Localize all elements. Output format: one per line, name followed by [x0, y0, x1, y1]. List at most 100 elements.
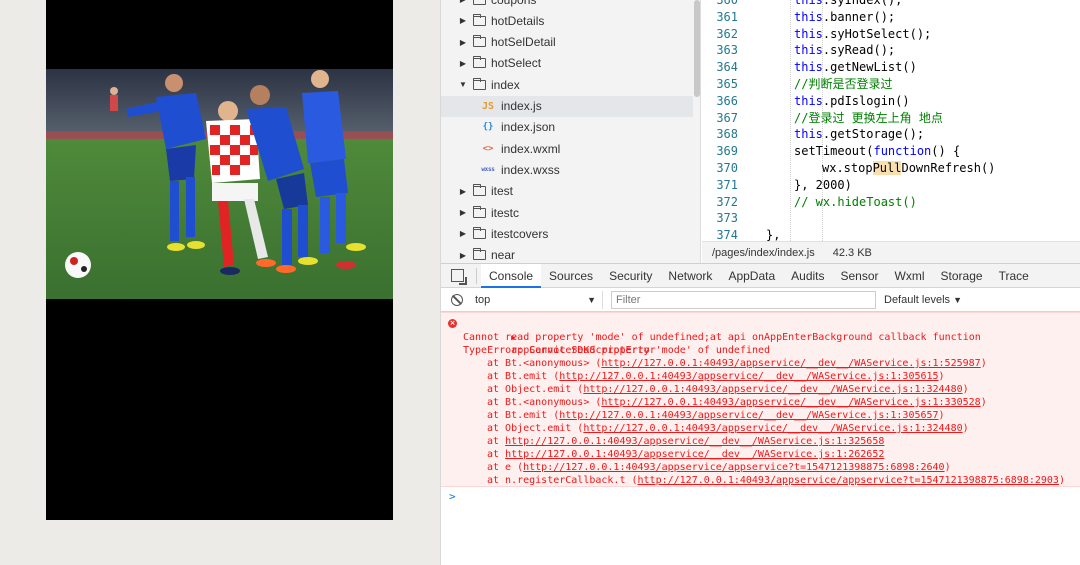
code-editor[interactable]: 360 this.syIndex(); 361 this.banner(); 362 th… [702, 0, 1080, 241]
tab-sensor[interactable]: Sensor [833, 264, 887, 288]
caret-right-icon[interactable]: ▶ [457, 187, 469, 196]
code-line[interactable]: 366 this.pdIslogin() [702, 93, 1080, 110]
code-line[interactable]: 374}, [702, 227, 1080, 241]
file-path: /pages/index/index.js [712, 246, 815, 259]
filter-input[interactable] [611, 290, 876, 309]
stack-frame-link[interactable]: http://127.0.0.1:40493/appservice/__dev_… [601, 397, 980, 408]
editor-status-bar: /pages/index/index.js 42.3 KB [702, 241, 1080, 263]
tree-folder-hotSelDetail[interactable]: ▶ hotSelDetail [441, 32, 693, 53]
wxml-file-icon: <> [482, 143, 494, 154]
tab-trace[interactable]: Trace [991, 264, 1037, 288]
tree-item-label: index.wxml [501, 141, 561, 156]
clear-console-icon[interactable] [451, 293, 463, 306]
line-number: 366 [716, 93, 738, 108]
code-line[interactable]: 362 this.syHotSelect(); [702, 26, 1080, 43]
phone-screen[interactable] [46, 0, 393, 520]
tab-security[interactable]: Security [601, 264, 660, 288]
stack-frame-link[interactable]: http://127.0.0.1:40493/appservice/__dev_… [559, 410, 938, 421]
tree-file-index.json[interactable]: {} index.json [441, 117, 693, 138]
caret-right-icon[interactable]: ▶ [457, 59, 469, 68]
code-line[interactable]: 370 wx.stopPullDownRefresh() [702, 160, 1080, 177]
tab-sources[interactable]: Sources [541, 264, 601, 288]
stack-frame-prefix: at [487, 436, 506, 447]
console-prompt[interactable]: > [449, 490, 456, 503]
stack-frame-link[interactable]: http://127.0.0.1:40493/appservice/appser… [523, 462, 944, 473]
stack-frame-suffix: ) [980, 358, 987, 369]
simulator-pane [0, 0, 440, 565]
tree-folder-itestcovers[interactable]: ▶ itestcovers [441, 223, 693, 244]
tree-folder-itestc[interactable]: ▶ itestc [441, 202, 693, 223]
stack-frame-link[interactable]: http://127.0.0.1:40493/appservice/__dev_… [559, 371, 938, 382]
devtools-tabs: Console Sources Security Network AppData Audi… [441, 263, 1080, 288]
stack-frame-suffix: ) [938, 371, 945, 382]
caret-right-icon[interactable]: ▶ [457, 0, 469, 4]
code-line[interactable]: 367 //登录过 更换左上角 地点 [702, 110, 1080, 127]
line-number: 369 [716, 144, 738, 159]
tree-item-label: index [491, 77, 520, 92]
tree-folder-near[interactable]: ▶ near [441, 245, 693, 263]
tree-folder-hotDetails[interactable]: ▶ hotDetails [441, 10, 693, 31]
stack-frame-link[interactable]: http://127.0.0.1:40493/appservice/__dev_… [583, 423, 962, 434]
code-line[interactable]: 360 this.syIndex(); [702, 0, 1080, 9]
tree-item-label: near [491, 248, 516, 263]
error-title-row[interactable]: ▶ appServiceSDKScriptError [463, 318, 656, 356]
code-line[interactable]: 361 this.banner(); [702, 9, 1080, 26]
tab-appdata[interactable]: AppData [720, 264, 783, 288]
tree-file-index.wxss[interactable]: wxss index.wxss [441, 159, 693, 180]
caret-right-icon[interactable]: ▶ [457, 16, 469, 25]
tab-audits[interactable]: Audits [783, 264, 832, 288]
caret-right-icon[interactable]: ▶ [457, 208, 469, 217]
code-text: //判断是否登录过 [794, 77, 893, 91]
log-levels-dropdown[interactable]: Default levels ▼ [884, 294, 962, 306]
error-icon: × [448, 319, 457, 328]
tree-file-index.js[interactable]: JS index.js [441, 95, 693, 117]
inspect-element-icon[interactable] [451, 269, 464, 282]
stack-frame-link[interactable]: http://127.0.0.1:40493/appservice/__dev_… [505, 449, 884, 460]
stack-frame-prefix: at Bt.emit ( [487, 410, 560, 421]
line-number: 363 [716, 43, 738, 58]
error-type-line: TypeError: Cannot read property 'mode' o… [463, 345, 771, 356]
line-number: 373 [716, 211, 738, 226]
context-selector[interactable]: top ▼ [473, 290, 603, 309]
stack-frame-suffix: ) [938, 410, 945, 421]
stack-frame-link[interactable]: http://127.0.0.1:40493/appservice/appser… [638, 475, 1059, 486]
code-line[interactable]: 372 // wx.hideToast() [702, 194, 1080, 211]
code-line[interactable]: 365 //判断是否登录过 [702, 76, 1080, 93]
tab-network[interactable]: Network [660, 264, 720, 288]
console-output[interactable]: × ▶ appServiceSDKScriptError Cannot read… [441, 312, 1080, 565]
code-text: this.pdIslogin() [794, 93, 910, 108]
stack-frame-prefix: at Bt.<anonymous> ( [487, 397, 602, 408]
stack-frame-prefix: at Bt.<anonymous> ( [487, 358, 602, 369]
caret-right-icon[interactable]: ▶ [457, 38, 469, 47]
tree-folder-hotSelect[interactable]: ▶ hotSelect [441, 53, 693, 74]
stack-frame-link[interactable]: http://127.0.0.1:40493/appservice/__dev_… [583, 384, 962, 395]
tab-console[interactable]: Console [481, 263, 542, 288]
code-line[interactable]: 364 this.getNewList() [702, 59, 1080, 76]
caret-right-icon[interactable]: ▶ [457, 251, 469, 260]
code-line[interactable]: 369 setTimeout(function() { [702, 143, 1080, 160]
tab-wxml[interactable]: Wxml [887, 264, 933, 288]
tree-scrollbar[interactable] [694, 0, 700, 97]
code-text: // wx.hideToast() [794, 194, 917, 209]
caret-right-icon[interactable]: ▶ [457, 229, 469, 238]
stack-frame-suffix: ) [980, 397, 987, 408]
stack-frame-link[interactable]: http://127.0.0.1:40493/appservice/__dev_… [601, 358, 980, 369]
tree-folder-coupons[interactable]: ▶ coupons [441, 0, 693, 10]
stack-frame: at Bt.<anonymous> (http://127.0.0.1:4049… [487, 357, 987, 370]
football-photo[interactable] [46, 69, 393, 299]
code-line[interactable]: 371}, 2000) [702, 177, 1080, 194]
caret-down-icon[interactable]: ▼ [457, 80, 469, 89]
tree-folder-itest[interactable]: ▶ itest [441, 181, 693, 202]
code-text: this.syRead(); [794, 43, 896, 58]
stack-frame: at Bt.emit (http://127.0.0.1:40493/appse… [487, 409, 945, 422]
js-file-icon: JS [481, 100, 495, 112]
tree-folder-index[interactable]: ▼ index [441, 74, 693, 95]
code-line[interactable]: 373 [702, 210, 1080, 227]
code-line[interactable]: 363 this.syRead(); [702, 42, 1080, 59]
context-value: top [475, 293, 491, 306]
tree-file-index.wxml[interactable]: <> index.wxml [441, 138, 693, 159]
code-line[interactable]: 368 this.getStorage(); [702, 126, 1080, 143]
stack-frame-link[interactable]: http://127.0.0.1:40493/appservice/__dev_… [505, 436, 884, 447]
code-text: this.getNewList() [794, 60, 917, 75]
tab-storage[interactable]: Storage [933, 264, 991, 288]
